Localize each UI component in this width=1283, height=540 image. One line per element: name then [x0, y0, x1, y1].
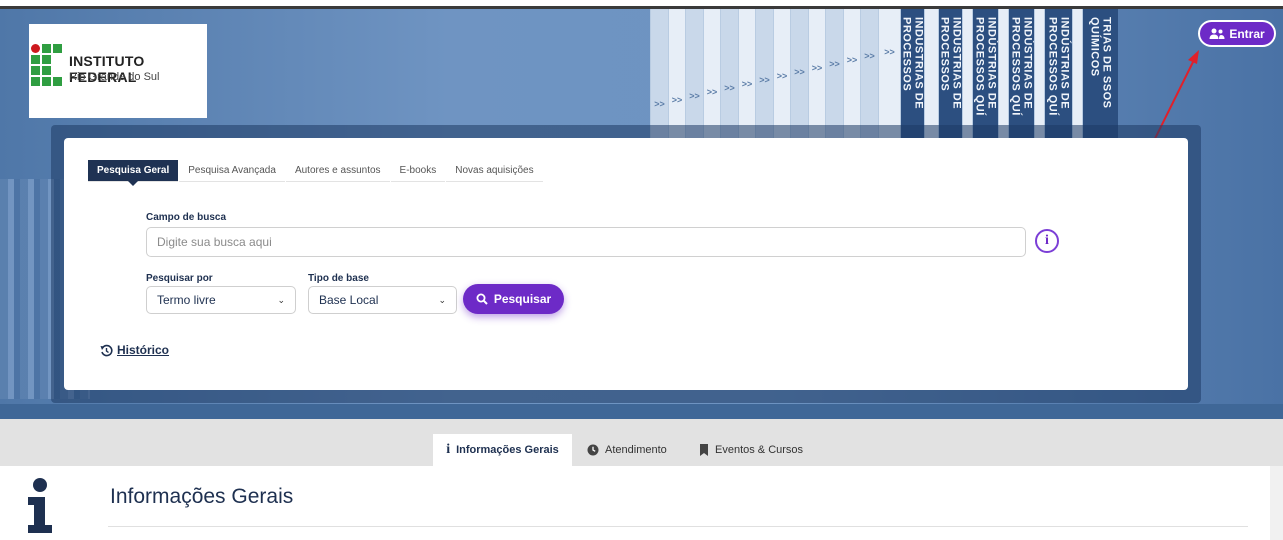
page-scrollbar[interactable]: [1270, 466, 1283, 540]
tab-autores-assuntos[interactable]: Autores e assuntos: [285, 160, 390, 182]
section-title: Informações Gerais: [110, 485, 294, 508]
tab-pesquisa-geral[interactable]: Pesquisa Geral: [88, 160, 179, 186]
tab-novas-aquisicoes[interactable]: Novas aquisições: [446, 160, 543, 182]
base-type-select[interactable]: Base Local ⌄: [308, 286, 457, 314]
search-icon: [476, 293, 488, 305]
search-by-value: Termo livre: [157, 293, 216, 307]
chevron-down-icon: ⌄: [277, 294, 285, 305]
search-by-label: Pesquisar por: [146, 273, 213, 284]
search-field-label: Campo de busca: [146, 212, 227, 223]
search-by-select[interactable]: Termo livre ⌄: [146, 286, 296, 314]
section-divider: [108, 526, 1248, 527]
tab-pesquisa-avancada[interactable]: Pesquisa Avançada: [179, 160, 285, 182]
tab-ebooks[interactable]: E-books: [390, 160, 446, 182]
chevron-down-icon: ⌄: [438, 294, 446, 305]
shelf-beam: [0, 404, 1283, 419]
clock-icon: [587, 444, 599, 456]
history-label: Histórico: [117, 343, 170, 357]
logo-subtitle: Rio Grande do Sul: [69, 71, 160, 83]
tab-informacoes-gerais[interactable]: i Informações Gerais: [433, 434, 572, 466]
search-input[interactable]: Digite sua busca aqui: [146, 227, 1026, 257]
tab-label: Atendimento: [605, 444, 667, 456]
login-button[interactable]: Entrar: [1198, 20, 1276, 47]
institution-logo[interactable]: INSTITUTO FEDERAL Rio Grande do Sul: [29, 24, 207, 118]
info-icon: i: [446, 442, 451, 457]
base-type-value: Base Local: [319, 293, 379, 307]
history-icon: [100, 344, 113, 356]
info-icon[interactable]: i: [1035, 229, 1059, 253]
base-type-label: Tipo de base: [308, 273, 369, 284]
bookmark-icon: [700, 444, 708, 456]
search-button-label: Pesquisar: [493, 292, 552, 306]
tab-atendimento[interactable]: Atendimento: [587, 434, 667, 466]
login-label: Entrar: [1229, 26, 1265, 41]
user-group-icon: [1209, 28, 1225, 39]
top-border: [0, 0, 1283, 9]
search-tabs: Pesquisa Geral Pesquisa Avançada Autores…: [88, 160, 544, 186]
tab-eventos-cursos[interactable]: Eventos & Cursos: [699, 434, 803, 466]
history-link[interactable]: Histórico: [100, 343, 169, 357]
tab-label: Informações Gerais: [456, 444, 559, 456]
logo-mark-icon: [31, 44, 62, 86]
search-placeholder: Digite sua busca aqui: [157, 235, 272, 249]
tab-label: Eventos & Cursos: [715, 444, 804, 456]
search-button[interactable]: Pesquisar: [463, 284, 564, 314]
info-large-icon: [28, 478, 52, 533]
search-card: Pesquisa Geral Pesquisa Avançada Autores…: [64, 138, 1188, 390]
